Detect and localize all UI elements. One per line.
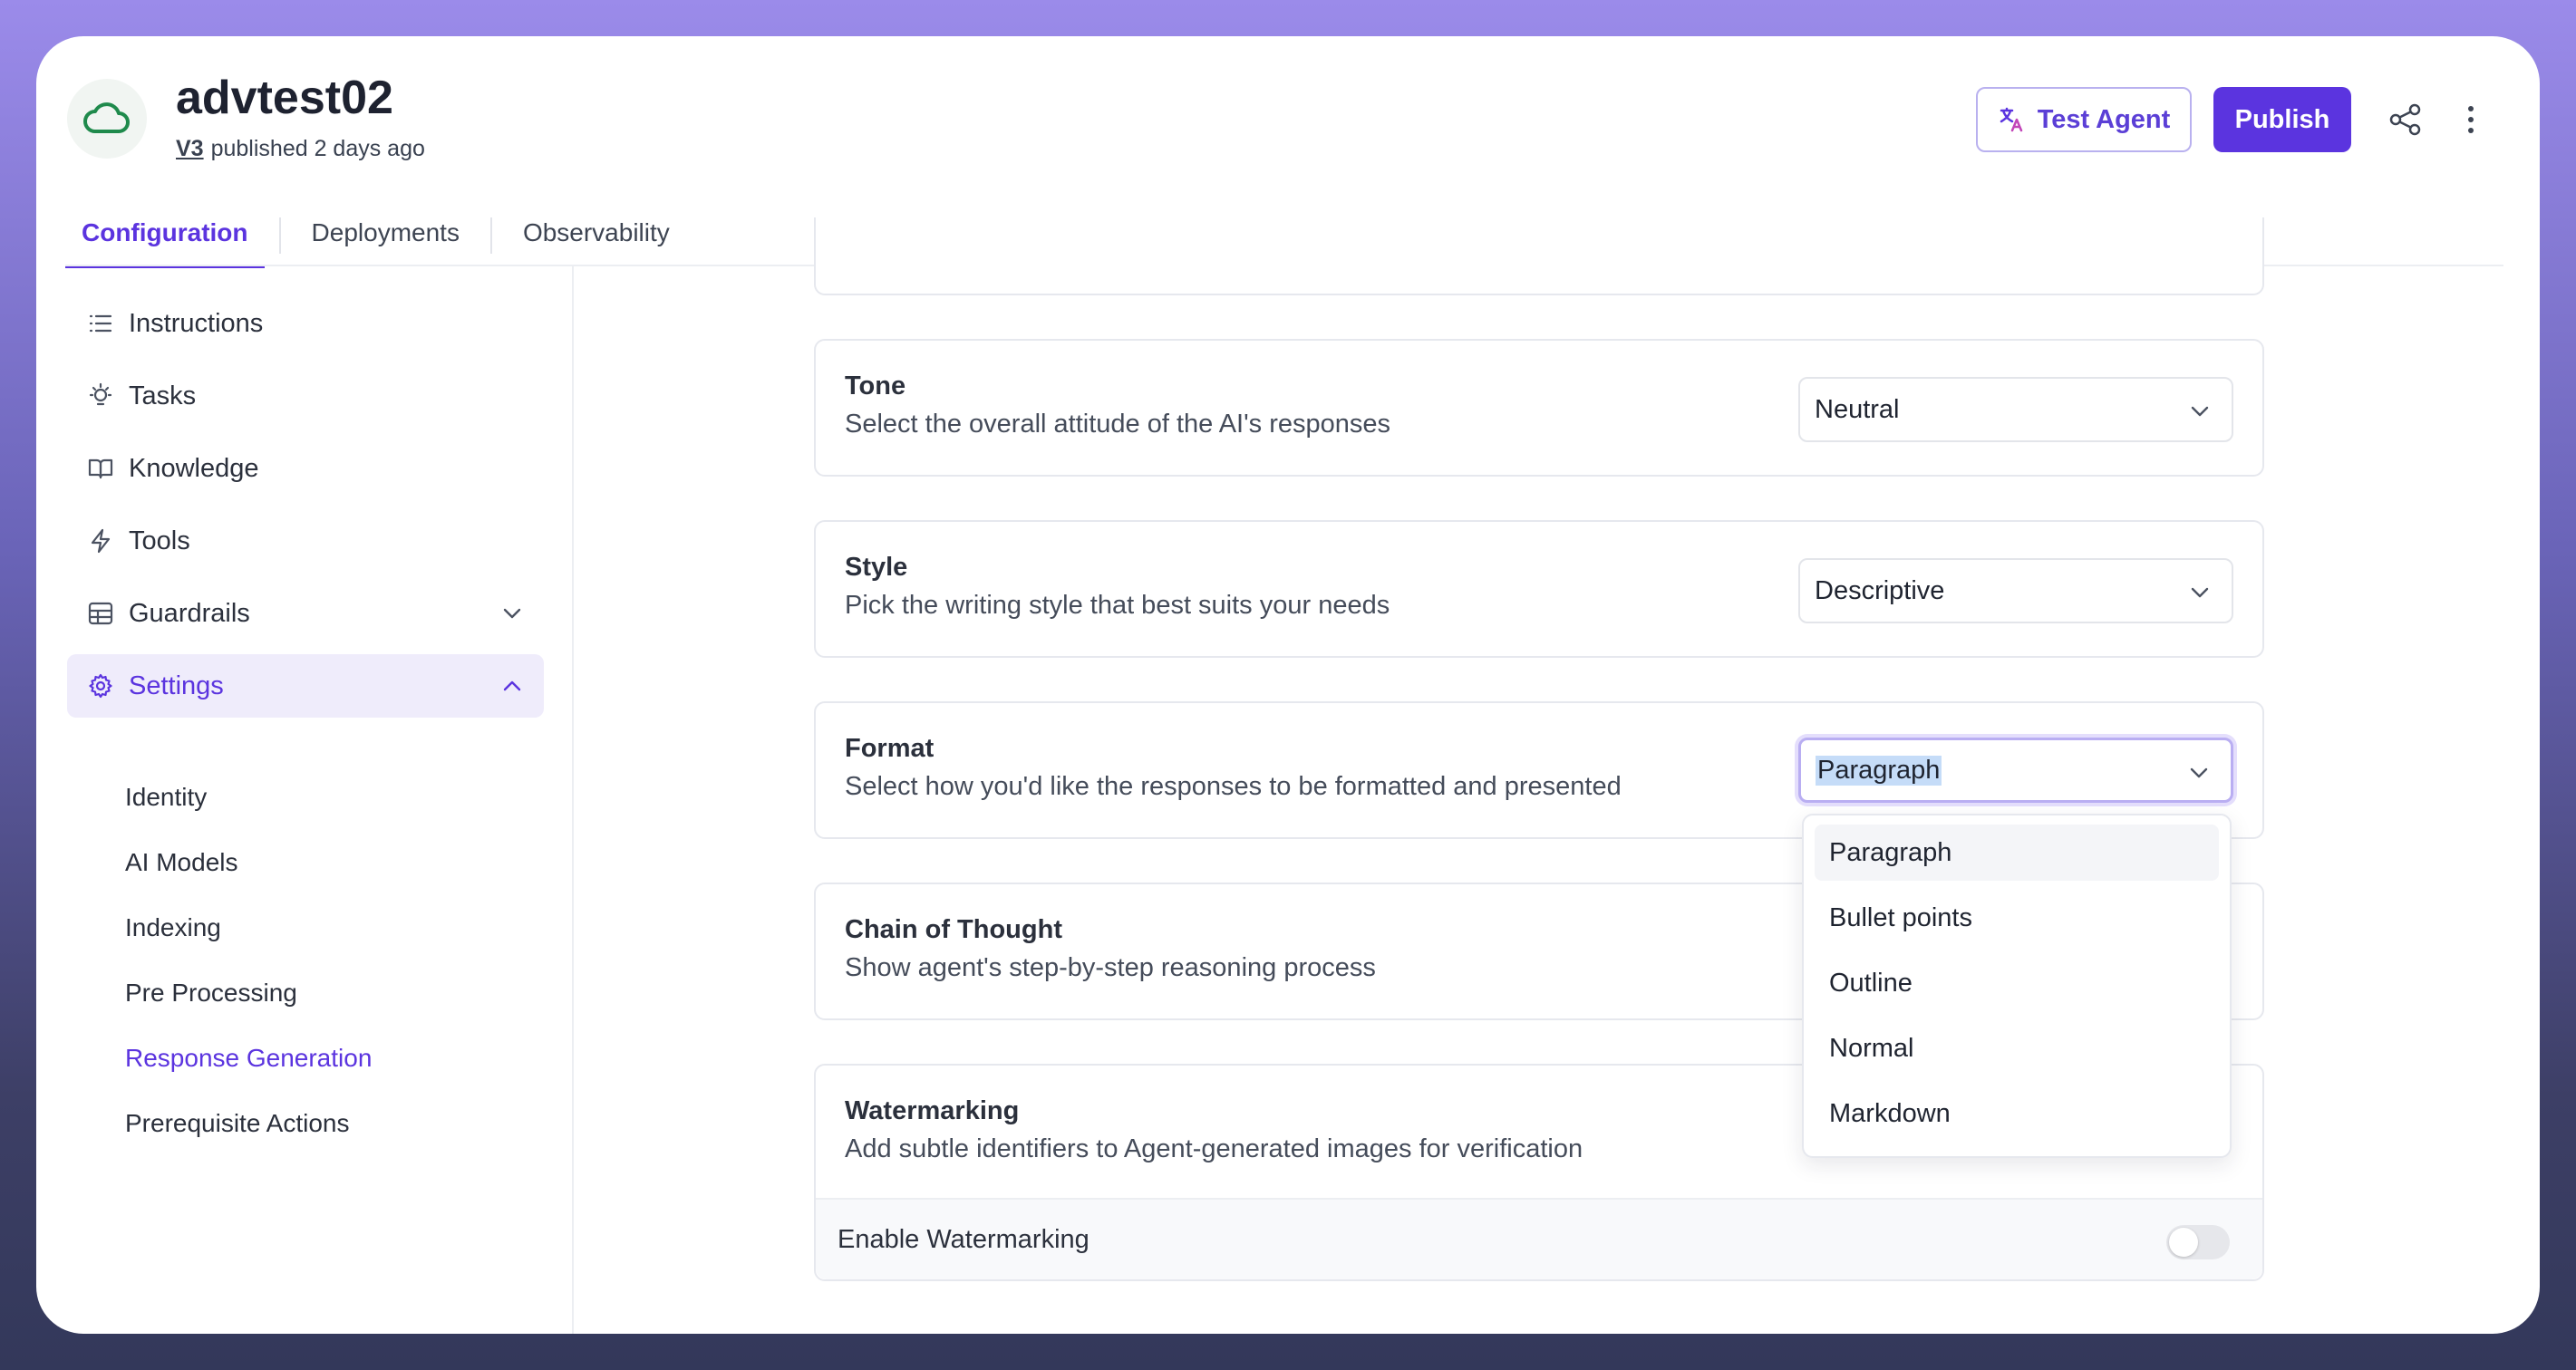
- sidebar-subitem-pre-processing[interactable]: Pre Processing: [125, 979, 297, 1008]
- format-option-markdown[interactable]: Markdown: [1815, 1085, 2219, 1142]
- style-description: Pick the writing style that best suits y…: [845, 591, 1390, 620]
- chevron-down-icon: [2191, 587, 2209, 598]
- sidebar-item-knowledge[interactable]: Knowledge: [67, 437, 544, 500]
- sidebar-item-tasks[interactable]: Tasks: [67, 364, 544, 428]
- tab-deployments[interactable]: Deployments: [295, 205, 476, 268]
- enable-watermarking-row: Enable Watermarking: [816, 1198, 2262, 1279]
- list-icon: [85, 308, 116, 339]
- format-title: Format: [845, 734, 935, 763]
- tab-bar: Configuration Deployments Observability: [65, 205, 686, 268]
- sparkle-translate-icon: [2000, 107, 2022, 132]
- share-icon[interactable]: [2386, 100, 2426, 140]
- style-select[interactable]: Descriptive: [1798, 558, 2233, 623]
- published-text: published 2 days ago: [210, 136, 425, 161]
- app-window: advtest02 V3 published 2 days ago Test Ag…: [36, 36, 2540, 1334]
- sidebar-subitem-identity[interactable]: Identity: [125, 783, 207, 812]
- agent-avatar: [67, 79, 147, 159]
- sidebar-item-settings[interactable]: Settings: [67, 654, 544, 718]
- chain-of-thought-title: Chain of Thought: [845, 915, 1062, 944]
- chain-of-thought-description: Show agent's step-by-step reasoning proc…: [845, 953, 1376, 982]
- style-card: Style Pick the writing style that best s…: [814, 520, 2264, 658]
- format-option-outline[interactable]: Outline: [1815, 955, 2219, 1011]
- previous-setting-card: [814, 217, 2264, 295]
- format-dropdown-menu: Paragraph Bullet points Outline Normal M…: [1802, 814, 2232, 1158]
- sidebar-subitem-indexing[interactable]: Indexing: [125, 913, 221, 942]
- sidebar: Instructions Tasks Knowledge Tools Guard…: [36, 266, 574, 1334]
- enable-watermarking-toggle[interactable]: [2166, 1225, 2230, 1259]
- agent-name: advtest02: [176, 72, 393, 124]
- style-title: Style: [845, 553, 908, 582]
- sidebar-subitem-ai-models[interactable]: AI Models: [125, 848, 238, 877]
- book-icon: [85, 453, 116, 484]
- format-description: Select how you'd like the responses to b…: [845, 772, 1622, 801]
- tab-observability[interactable]: Observability: [507, 205, 686, 268]
- tone-description: Select the overall attitude of the AI's …: [845, 410, 1391, 439]
- sidebar-subitem-prerequisite-actions[interactable]: Prerequisite Actions: [125, 1109, 349, 1138]
- toggle-knob: [2169, 1228, 2198, 1257]
- more-options-icon[interactable]: [2451, 100, 2491, 140]
- sidebar-item-tools[interactable]: Tools: [67, 509, 544, 573]
- publish-status: V3 published 2 days ago: [176, 136, 425, 162]
- watermarking-title: Watermarking: [845, 1096, 1020, 1125]
- tone-select[interactable]: Neutral: [1798, 377, 2233, 442]
- chevron-down-icon: [2190, 767, 2208, 778]
- format-option-paragraph[interactable]: Paragraph: [1815, 825, 2219, 881]
- test-agent-button[interactable]: Test Agent: [1976, 87, 2192, 152]
- watermarking-description: Add subtle identifiers to Agent-generate…: [845, 1134, 1583, 1163]
- chevron-up-icon[interactable]: [497, 671, 528, 701]
- chevron-down-icon: [2191, 406, 2209, 417]
- chevron-down-icon[interactable]: [497, 598, 528, 629]
- table-icon: [85, 598, 116, 629]
- enable-watermarking-label: Enable Watermarking: [838, 1224, 1089, 1254]
- cloud-icon: [83, 102, 130, 133]
- version-link[interactable]: V3: [176, 136, 204, 161]
- sidebar-item-guardrails[interactable]: Guardrails: [67, 582, 544, 645]
- gear-icon: [85, 671, 116, 701]
- format-option-bullet-points[interactable]: Bullet points: [1815, 890, 2219, 946]
- tone-card: Tone Select the overall attitude of the …: [814, 339, 2264, 477]
- tab-divider: [278, 217, 281, 254]
- format-option-normal[interactable]: Normal: [1815, 1020, 2219, 1076]
- publish-button[interactable]: Publish: [2213, 87, 2351, 152]
- sidebar-subitem-response-generation[interactable]: Response Generation: [125, 1044, 372, 1073]
- tone-title: Tone: [845, 371, 906, 400]
- sidebar-item-instructions[interactable]: Instructions: [67, 292, 544, 355]
- bolt-icon: [85, 526, 116, 556]
- tab-divider: [489, 217, 492, 254]
- format-select[interactable]: Paragraph: [1798, 738, 2233, 803]
- tab-configuration[interactable]: Configuration: [65, 205, 265, 268]
- lightbulb-icon: [85, 381, 116, 411]
